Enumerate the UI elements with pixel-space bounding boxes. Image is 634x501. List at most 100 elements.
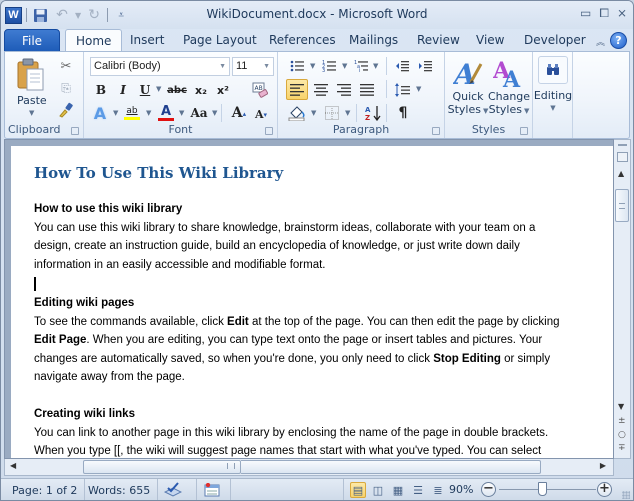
web-layout-view-button[interactable]: ▦ [390, 482, 406, 498]
full-screen-reading-view-button[interactable]: ◫ [370, 482, 386, 498]
macro-recording[interactable] [197, 479, 231, 500]
clipboard-launcher-icon[interactable] [71, 127, 79, 135]
minimize-icon[interactable]: ▭ [580, 6, 591, 21]
italic-button[interactable]: I [114, 81, 132, 99]
tab-file[interactable]: File [4, 29, 60, 52]
underline-dropdown-icon[interactable]: ▼ [156, 85, 161, 93]
previous-page-icon[interactable]: ± [618, 416, 626, 426]
zoom-level[interactable]: 90% [449, 483, 473, 496]
font-name-dropdown-icon[interactable]: ▼ [219, 63, 226, 70]
bold-button[interactable]: B [92, 81, 110, 99]
clear-formatting-icon[interactable]: AB [250, 81, 270, 99]
view-ruler-icon[interactable] [617, 152, 628, 162]
page-count[interactable]: Page: 1 of 2 [5, 479, 86, 500]
borders-button[interactable] [322, 103, 342, 123]
vertical-scroll-thumb[interactable] [615, 189, 629, 222]
tab-review[interactable]: Review [417, 33, 460, 47]
word-count[interactable]: Words: 655 [81, 479, 159, 500]
draft-view-button[interactable]: ≣ [430, 482, 446, 498]
restore-icon[interactable]: ⧠ [599, 6, 609, 21]
sort-button[interactable]: AZ [362, 103, 384, 123]
underline-button[interactable]: U [136, 81, 154, 99]
tab-home[interactable]: Home [65, 29, 123, 53]
scroll-up-icon[interactable]: ▲ [618, 169, 624, 178]
paste-label[interactable]: Paste [17, 94, 47, 107]
justify-button[interactable] [357, 80, 377, 100]
line-spacing-dropdown-icon[interactable]: ▼ [416, 85, 421, 93]
format-painter-icon[interactable] [57, 101, 75, 119]
borders-dropdown-icon[interactable]: ▼ [345, 109, 350, 117]
highlight-color-button[interactable]: ab [122, 103, 142, 123]
outline-view-button[interactable]: ☰ [410, 482, 426, 498]
paste-dropdown-icon[interactable]: ▼ [29, 109, 34, 117]
change-case-dropdown-icon[interactable]: ▼ [212, 109, 217, 117]
resize-grip[interactable] [622, 491, 630, 499]
tab-references[interactable]: References [269, 33, 336, 47]
superscript-button[interactable]: x² [214, 81, 232, 99]
scroll-right-icon[interactable]: ▶ [600, 461, 606, 470]
change-styles-button[interactable]: AA Change Styles ▼ [488, 56, 530, 122]
tab-page-layout[interactable]: Page Layout [183, 33, 257, 47]
font-color-dropdown-icon[interactable]: ▼ [179, 109, 184, 117]
shading-button[interactable] [286, 103, 308, 123]
paragraph-launcher-icon[interactable] [432, 127, 440, 135]
quick-styles-button[interactable]: A Quick Styles ▼ [448, 56, 489, 122]
numbering-dropdown-icon[interactable]: ▼ [342, 62, 347, 70]
text-run: . When you are editing, you can type tex… [86, 334, 543, 346]
zoom-slider-track[interactable] [499, 489, 596, 490]
cut-icon[interactable]: ✂ [57, 57, 75, 75]
document-body[interactable]: How To Use This Wiki Library How to use … [34, 164, 594, 458]
proofing-status[interactable] [157, 479, 197, 500]
grow-font-button[interactable]: A ▴ [230, 103, 248, 123]
font-size-combo[interactable]: 11 ▼ [232, 57, 274, 76]
tab-developer[interactable]: Developer [524, 33, 586, 47]
minimize-ribbon-icon[interactable]: ︽ [596, 35, 605, 48]
text-effects-dropdown-icon[interactable]: ▼ [113, 109, 118, 117]
scroll-down-icon[interactable]: ▼ [618, 402, 624, 411]
horizontal-scroll-thumb-right[interactable] [241, 460, 541, 474]
bullets-dropdown-icon[interactable]: ▼ [310, 62, 315, 70]
shading-dropdown-icon[interactable]: ▼ [311, 109, 316, 117]
zoom-in-button[interactable]: + [597, 482, 612, 497]
strikethrough-button[interactable]: abc [166, 81, 188, 99]
text-effects-button[interactable]: A [90, 103, 110, 123]
copy-icon[interactable]: ⎘ [57, 79, 75, 97]
close-icon[interactable]: ⨯ [617, 6, 627, 21]
editing-button[interactable]: Editing ▼ [534, 56, 572, 116]
highlight-dropdown-icon[interactable]: ▼ [146, 109, 151, 117]
multilevel-list-button[interactable]: 1ai [352, 57, 370, 75]
change-case-button[interactable]: Aa [188, 103, 210, 123]
line-spacing-button[interactable] [392, 80, 414, 100]
numbering-button[interactable]: 123 [320, 57, 338, 75]
show-formatting-marks-button[interactable]: ¶ [394, 103, 412, 123]
vertical-scrollbar[interactable]: ▲ ▼ ± ○ ∓ [614, 139, 631, 459]
next-page-icon[interactable]: ∓ [618, 443, 626, 453]
bullets-button[interactable] [288, 57, 306, 75]
align-center-button[interactable] [311, 80, 331, 100]
font-launcher-icon[interactable] [265, 127, 273, 135]
increase-indent-button[interactable] [416, 57, 434, 75]
font-color-button[interactable]: A [156, 103, 176, 123]
subscript-button[interactable]: x₂ [192, 81, 210, 99]
select-browse-object-icon[interactable]: ○ [618, 430, 626, 440]
tab-insert[interactable]: Insert [130, 33, 164, 47]
horizontal-scroll-thumb[interactable] [83, 460, 241, 474]
align-right-button[interactable] [334, 80, 354, 100]
scroll-left-icon[interactable]: ◀ [10, 461, 16, 470]
tab-mailings[interactable]: Mailings [349, 33, 398, 47]
multilevel-dropdown-icon[interactable]: ▼ [373, 62, 378, 70]
print-layout-view-button[interactable]: ▤ [350, 482, 366, 498]
styles-launcher-icon[interactable] [520, 127, 528, 135]
zoom-out-button[interactable]: − [481, 482, 496, 497]
shrink-font-button[interactable]: A ▾ [252, 105, 270, 123]
tab-view[interactable]: View [476, 33, 504, 47]
font-name-combo[interactable]: Calibri (Body) ▼ [90, 57, 230, 76]
paste-button[interactable] [17, 58, 45, 92]
align-left-button[interactable] [286, 79, 308, 100]
decrease-indent-button[interactable] [393, 57, 411, 75]
font-size-dropdown-icon[interactable]: ▼ [263, 63, 270, 70]
document-page[interactable]: How To Use This Wiki Library How to use … [11, 146, 613, 458]
zoom-slider-thumb[interactable] [538, 482, 547, 496]
horizontal-scrollbar[interactable]: ◀ ▶ [4, 459, 614, 476]
help-icon[interactable]: ? [610, 32, 627, 49]
